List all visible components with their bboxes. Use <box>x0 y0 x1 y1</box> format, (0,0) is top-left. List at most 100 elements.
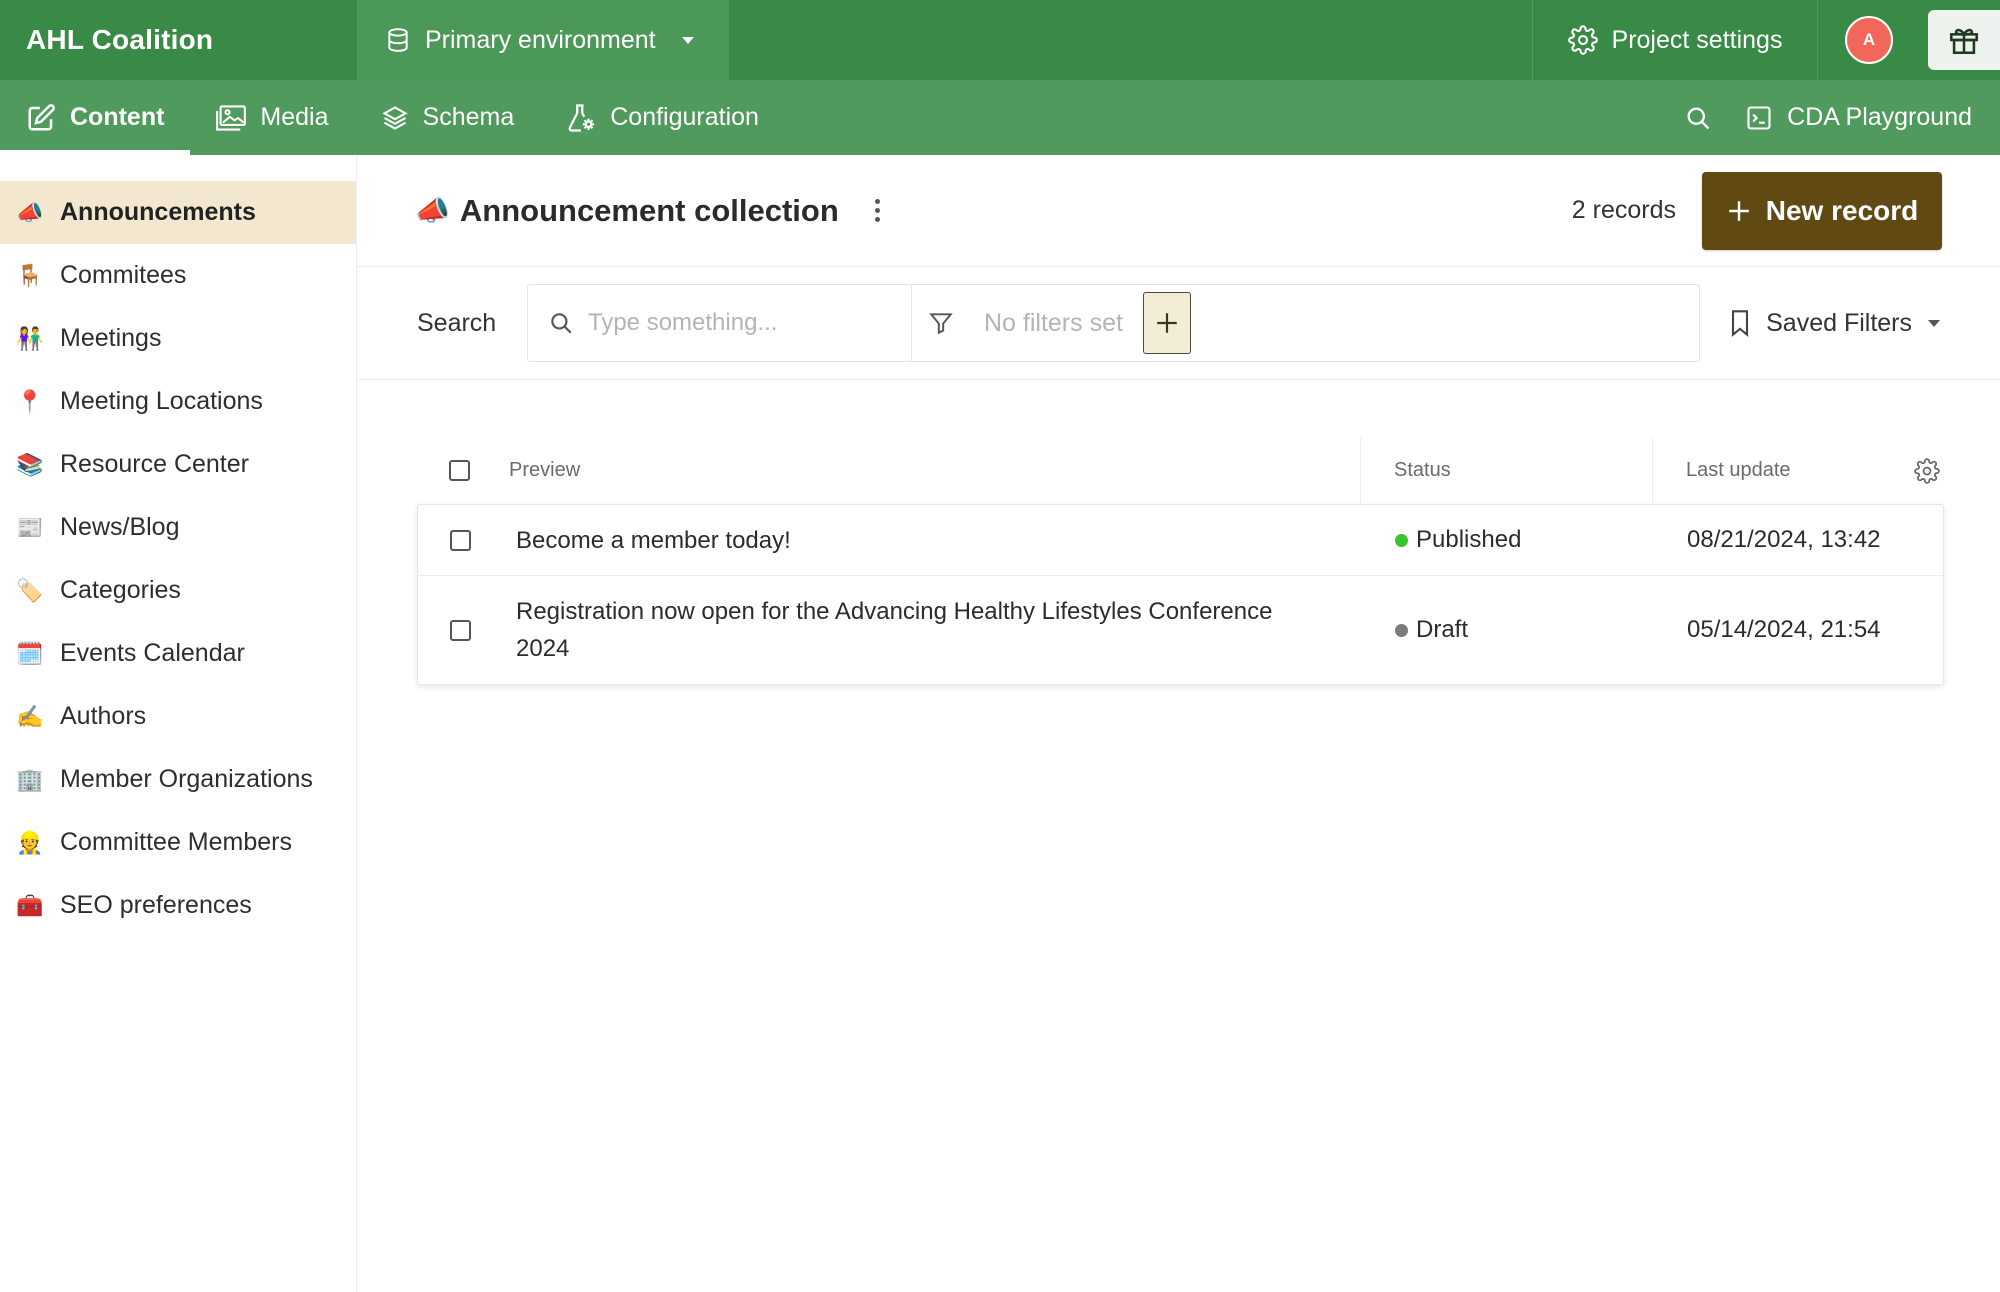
sidebar-item-label: Commitees <box>60 261 187 289</box>
new-record-button[interactable]: New record <box>1702 171 1942 250</box>
column-settings-gear-icon[interactable] <box>1914 457 1940 484</box>
tag-icon: 🏷️ <box>16 577 44 603</box>
column-header-last-update[interactable]: Last update <box>1653 437 1944 504</box>
top-bar: AHL Coalition Primary environment Projec… <box>0 0 2000 80</box>
bookmark-icon <box>1728 309 1752 337</box>
building-icon: 🏢 <box>16 766 44 792</box>
filters-area: No filters set <box>912 285 1699 361</box>
more-options-icon[interactable] <box>869 193 886 228</box>
record-count: 2 records <box>1571 196 1676 224</box>
search-input[interactable] <box>588 309 878 337</box>
cda-playground-label: CDA Playground <box>1787 103 1972 131</box>
status-text: Draft <box>1416 616 1469 643</box>
table-row[interactable]: Become a member today! Published 08/21/2… <box>418 505 1943 576</box>
sidebar-item-meetings[interactable]: 👫 Meetings <box>0 307 356 370</box>
page-title: 📣 Announcement collection <box>415 193 839 229</box>
sidebar-item-events-calendar[interactable]: 🗓️ Events Calendar <box>0 622 356 685</box>
calendar-icon: 🗓️ <box>16 640 44 666</box>
tab-content[interactable]: Content <box>0 80 191 155</box>
sidebar-item-authors[interactable]: ✍️ Authors <box>0 685 356 748</box>
caret-down-icon <box>1926 317 1942 329</box>
row-last-update: 05/14/2024, 21:54 <box>1687 616 1881 643</box>
sidebar-item-categories[interactable]: 🏷️ Categories <box>0 559 356 622</box>
sidebar-item-member-organizations[interactable]: 🏢 Member Organizations <box>0 748 356 811</box>
plus-icon <box>1154 310 1180 336</box>
section-nav: Content Media Schema Configuration CDA P… <box>0 80 2000 155</box>
sidebar-item-label: News/Blog <box>60 513 180 541</box>
environment-label: Primary environment <box>425 25 656 54</box>
saved-filters-dropdown[interactable]: Saved Filters <box>1700 309 1942 338</box>
sidebar-item-label: Committee Members <box>60 828 292 856</box>
people-icon: 👫 <box>16 325 44 351</box>
tab-media[interactable]: Media <box>190 80 354 155</box>
column-header-preview[interactable]: Preview <box>509 437 1361 504</box>
sidebar-item-meeting-locations[interactable]: 📍 Meeting Locations <box>0 370 356 433</box>
megaphone-icon: 📣 <box>415 195 450 226</box>
row-checkbox[interactable] <box>450 619 471 641</box>
caret-down-icon <box>680 34 696 46</box>
main-content: 📣 Announcement collection 2 records New … <box>357 155 2000 1292</box>
pin-icon: 📍 <box>16 388 44 414</box>
search-icon <box>548 310 574 336</box>
sidebar-item-commitees[interactable]: 🪑 Commitees <box>0 244 356 307</box>
gift-icon <box>1947 23 1981 57</box>
sidebar-item-label: SEO preferences <box>60 891 252 919</box>
table-row[interactable]: Registration now open for the Advancing … <box>418 576 1943 684</box>
sidebar-item-resource-center[interactable]: 📚 Resource Center <box>0 433 356 496</box>
newspaper-icon: 📰 <box>16 514 44 540</box>
sidebar-item-label: Announcements <box>60 198 256 226</box>
sidebar-item-label: Resource Center <box>60 450 249 478</box>
filter-icon <box>928 310 954 336</box>
whats-new-button[interactable] <box>1928 10 2000 70</box>
no-filters-text: No filters set <box>984 308 1123 337</box>
search-icon <box>1684 104 1712 132</box>
search-label: Search <box>417 308 497 337</box>
table-body: Become a member today! Published 08/21/2… <box>417 504 1944 685</box>
terminal-icon <box>1745 104 1773 132</box>
collection-header: 📣 Announcement collection 2 records New … <box>357 155 2000 267</box>
row-preview[interactable]: Registration now open for the Advancing … <box>516 575 1362 685</box>
flask-gear-icon <box>566 103 596 133</box>
search-field <box>528 285 912 361</box>
status-badge: Published <box>1362 526 1654 554</box>
sidebar-item-label: Authors <box>60 702 147 730</box>
project-name[interactable]: AHL Coalition <box>0 0 357 80</box>
tab-configuration[interactable]: Configuration <box>540 80 785 155</box>
column-header-status[interactable]: Status <box>1361 437 1653 504</box>
worker-icon: 👷 <box>16 829 44 855</box>
row-preview[interactable]: Become a member today! <box>516 504 1362 577</box>
sidebar-item-announcements[interactable]: 📣 Announcements <box>0 181 356 244</box>
tab-schema-label: Schema <box>422 103 515 131</box>
environment-selector[interactable]: Primary environment <box>357 0 729 80</box>
sidebar-item-label: Categories <box>60 576 181 604</box>
sidebar-item-news-blog[interactable]: 📰 News/Blog <box>0 496 356 559</box>
column-header-last-update-label: Last update <box>1686 459 1791 481</box>
user-menu[interactable]: A <box>1818 0 1920 80</box>
status-dot <box>1395 623 1408 637</box>
avatar[interactable]: A <box>1845 16 1893 64</box>
page-title-text: Announcement collection <box>459 192 839 228</box>
sidebar-item-label: Member Organizations <box>60 765 313 793</box>
database-icon <box>385 27 411 53</box>
cda-playground-link[interactable]: CDA Playground <box>1733 80 2000 155</box>
tab-content-label: Content <box>70 103 165 131</box>
add-filter-button[interactable] <box>1142 292 1191 354</box>
sidebar-item-committee-members[interactable]: 👷 Committee Members <box>0 811 356 874</box>
filter-bar: Search No filters set <box>357 267 2000 380</box>
global-search-button[interactable] <box>1663 80 1733 155</box>
megaphone-icon: 📣 <box>16 199 44 225</box>
models-sidebar: 📣 Announcements 🪑 Commitees 👫 Meetings 📍… <box>0 155 357 1292</box>
row-checkbox[interactable] <box>450 529 471 551</box>
sidebar-item-seo-preferences[interactable]: 🧰 SEO preferences <box>0 874 356 937</box>
saved-filters-label: Saved Filters <box>1766 308 1912 337</box>
plus-icon <box>1726 198 1752 224</box>
sidebar-item-label: Meetings <box>60 324 162 352</box>
edit-icon <box>26 103 56 133</box>
records-table: Preview Status Last update Become a memb… <box>417 437 1944 685</box>
sidebar-item-label: Events Calendar <box>60 639 245 667</box>
project-settings-button[interactable]: Project settings <box>1532 0 1818 80</box>
project-settings-label: Project settings <box>1611 25 1783 54</box>
tab-schema[interactable]: Schema <box>355 80 541 155</box>
sidebar-item-label: Meeting Locations <box>60 387 263 415</box>
select-all-checkbox[interactable] <box>449 460 470 481</box>
